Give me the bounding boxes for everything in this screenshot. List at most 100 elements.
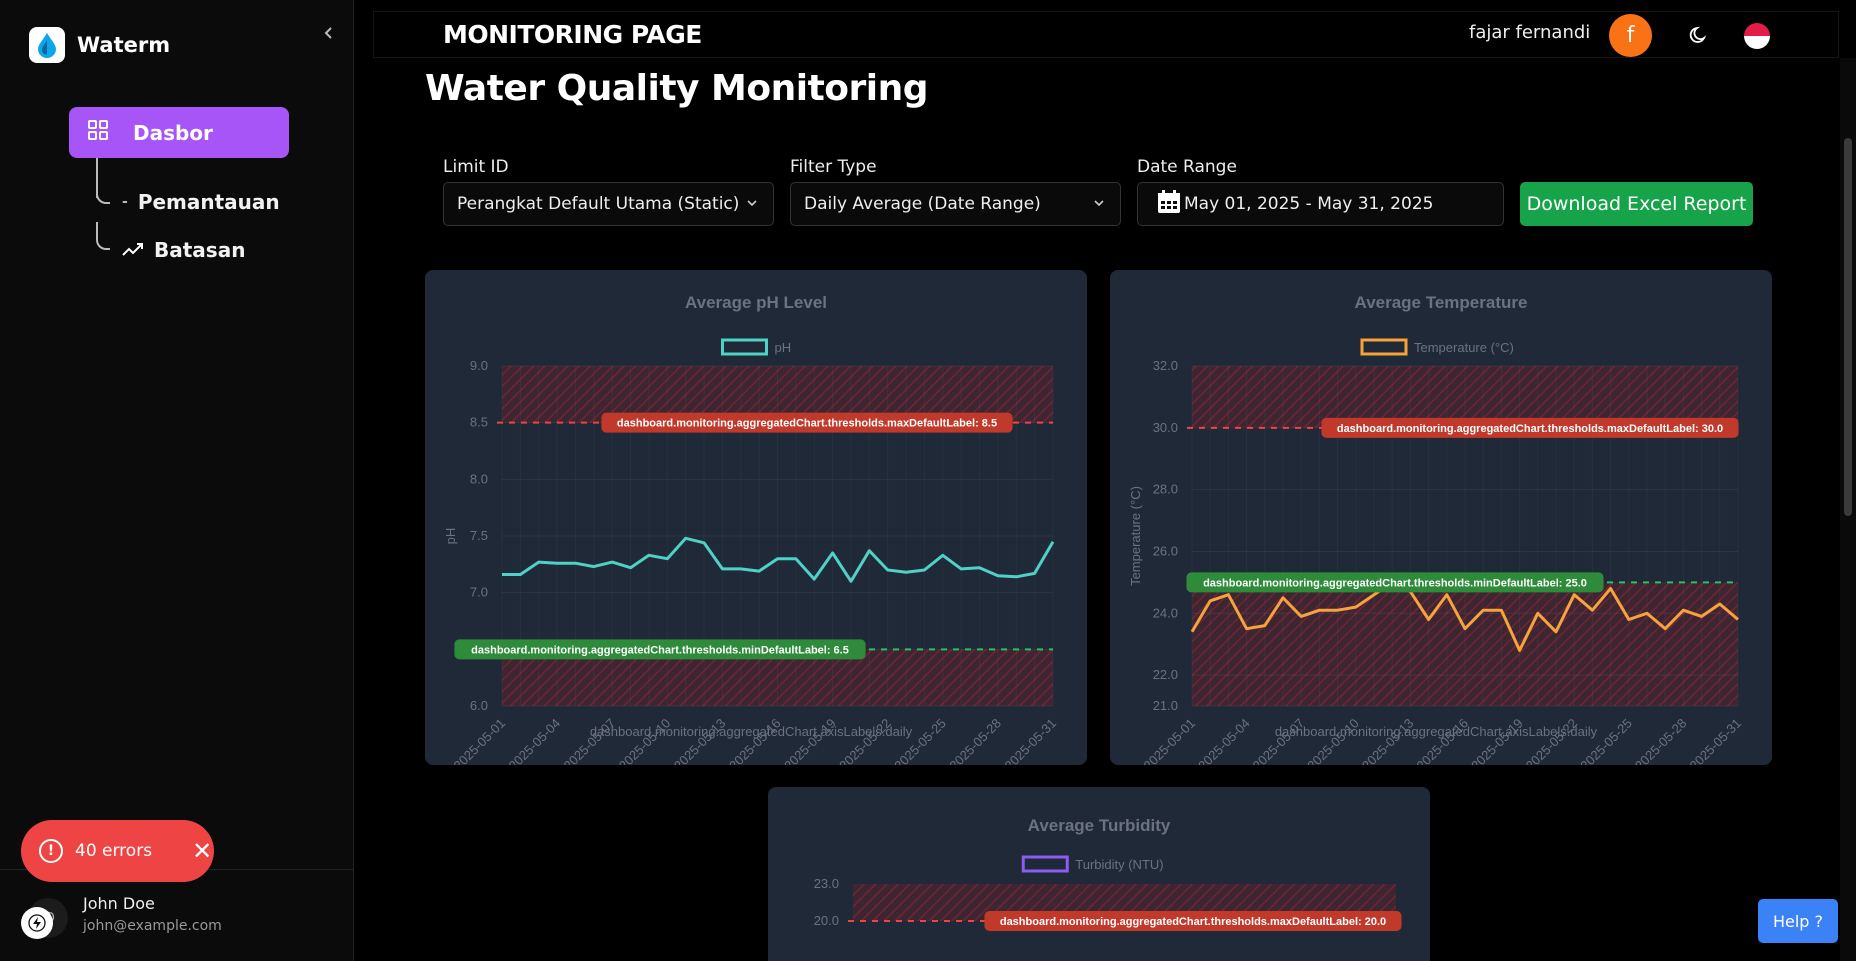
date-range-value: May 01, 2025 - May 31, 2025 [1184,194,1434,214]
y-tick-label: 24.0 [1153,605,1178,620]
x-tick-label: 2025-05-04 [506,716,564,765]
filter-type-label: Filter Type [790,157,877,177]
collapse-sidebar-icon[interactable] [322,21,336,45]
x-tick-label: 2025-05-07 [1250,716,1308,765]
y-tick-label: 20.0 [814,913,839,928]
limit-id-select[interactable]: Perangkat Default Utama (Static) [443,182,774,226]
select-value: Daily Average (Date Range) [804,194,1041,214]
x-tick-label: 2025-05-04 [1195,716,1253,765]
ph-chart: Average pH LevelpH6.06.57.07.58.08.59.02… [443,293,1059,773]
x-tick-label: 2025-05-25 [1577,716,1635,765]
y-tick-label: 8.0 [470,471,488,486]
chart-title: Average Temperature [1355,293,1528,312]
legend-label: Turbidity (NTU) [1075,857,1163,872]
y-tick-label: 9.0 [470,358,488,373]
sidebar-item-label: Dasbor [133,120,213,145]
max-threshold-label: dashboard.monitoring.aggregatedChart.thr… [1000,916,1386,928]
x-tick-label: 2025-05-07 [561,716,619,765]
legend-label: pH [775,340,792,355]
calendar-icon [1156,189,1182,220]
temperature-chart-card: Average Temperature Temperature (°C) 21.0 2… [1110,270,1772,773]
legend-swatch [721,338,768,356]
y-tick-label: 6.0 [470,698,488,713]
error-toast[interactable]: ! 40 errors ✕ [21,820,214,882]
tree-branch [96,222,110,250]
x-tick-label: 2025-05-13 [671,716,729,765]
x-tick-label: 2025-05-22 [1523,716,1581,765]
max-threshold-label: dashboard.monitoring.aggregatedChart.thr… [617,418,997,430]
filter-type-select[interactable]: Daily Average (Date Range) [790,182,1121,226]
sidebar-item-label: Pemantauan [137,190,280,214]
x-tick-label: 2025-05-01 [1140,716,1198,765]
close-icon[interactable]: ✕ [192,837,212,865]
help-button[interactable]: Help ? [1758,899,1838,943]
lightning-icon[interactable] [21,907,53,939]
chevron-down-icon [1092,195,1106,215]
x-tick-label: 2025-05-25 [891,716,949,765]
x-tick-label: 2025-05-16 [1413,716,1471,765]
page-scrollbar[interactable] [1840,58,1856,961]
y-tick-label: 7.0 [470,585,488,600]
x-tick-label: 2025-05-10 [616,716,674,765]
temperature-chart: Average Temperature Temperature (°C) 21.0 2… [1128,293,1744,773]
limit-id-label: Limit ID [443,157,509,177]
sidebar-item-batasan[interactable]: Batasan [122,238,245,262]
select-value: Perangkat Default Utama (Static) [457,194,740,214]
y-tick-label: 28.0 [1153,482,1178,497]
tree-branch [96,186,110,204]
sidebar-item-pemantauan[interactable]: - Pemantauan [122,190,280,214]
page-title: Water Quality Monitoring [425,68,929,109]
legend-swatch [1360,338,1408,356]
x-tick-label: 2025-05-01 [450,716,508,765]
scrollbar-thumb[interactable] [1844,138,1852,516]
brand-name: Waterm [77,33,171,57]
page-header-title: MONITORING PAGE [443,20,702,49]
y-tick-label: 23.0 [814,876,839,891]
sidebar-item-label: Batasan [154,238,246,262]
x-tick-label: 2025-05-28 [1632,716,1690,765]
alert-icon: ! [39,839,63,863]
y-tick-label: 30.0 [1153,420,1178,435]
x-tick-label: 2025-05-16 [726,716,784,765]
turbidity-chart: Average Turbidity Turbidity (NTU) 23.0 20.0… [814,816,1402,931]
chevron-down-icon [745,195,759,215]
user-name: John Doe [83,894,155,913]
y-tick-label: 26.0 [1153,543,1178,558]
turbidity-chart-card: Average Turbidity Turbidity (NTU) 23.0 20.0… [768,787,1430,961]
y-tick-label: 7.5 [470,528,488,543]
user-avatar[interactable]: f [1609,14,1652,57]
top-bar: MONITORING PAGE fajar fernandi f [373,11,1839,58]
x-tick-label: 2025-05-13 [1359,716,1417,765]
grid-icon [87,119,109,146]
max-threshold-label: dashboard.monitoring.aggregatedChart.thr… [1337,423,1723,435]
brand[interactable]: Waterm [29,27,170,63]
x-tick-label: 2025-05-19 [1468,716,1526,765]
app-root: Waterm Dasbor - Pemantauan Batasan JD Jo… [0,0,1856,961]
min-threshold-label: dashboard.monitoring.aggregatedChart.thr… [471,644,849,656]
x-tick-label: 2025-05-31 [1686,716,1744,765]
min-threshold-label: dashboard.monitoring.aggregatedChart.thr… [1203,577,1587,589]
moon-icon[interactable] [1684,20,1714,50]
water-drop-logo-icon [29,27,65,63]
x-tick-label: 2025-05-22 [836,716,894,765]
main-content: Water Quality Monitoring Limit ID Perang… [355,58,1840,961]
sidebar: Waterm Dasbor - Pemantauan Batasan JD Jo… [0,0,354,961]
y-axis-label: pH [443,528,458,545]
language-flag-icon[interactable] [1744,23,1770,49]
sidebar-user[interactable]: JD John Doe john@example.com [0,869,354,961]
dash-icon: - [122,194,128,210]
sidebar-item-dasbor[interactable]: Dasbor [69,107,289,158]
x-tick-label: 2025-05-31 [1001,716,1059,765]
date-range-label: Date Range [1137,157,1237,177]
chart-title: Average pH Level [685,293,827,312]
y-axis-label: Temperature (°C) [1128,486,1143,586]
date-range-input[interactable]: May 01, 2025 - May 31, 2025 [1137,182,1504,226]
y-tick-label: 32.0 [1153,358,1178,373]
trend-chart-icon [122,238,144,262]
legend-label: Temperature (°C) [1414,340,1514,355]
download-excel-button[interactable]: Download Excel Report [1520,182,1753,226]
y-tick-label: 22.0 [1153,667,1178,682]
x-tick-label: 2025-05-28 [946,716,1004,765]
error-count: 40 errors [75,841,153,861]
ph-chart-card: Average pH LevelpH6.06.57.07.58.08.59.02… [425,270,1087,773]
